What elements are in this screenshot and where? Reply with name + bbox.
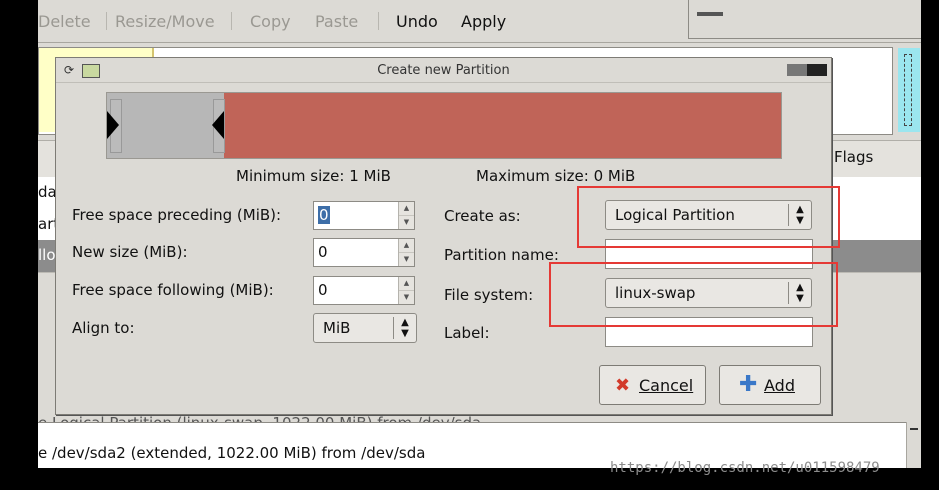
cancel-button[interactable]: ✖ Cancel: [599, 365, 706, 405]
maximum-size-label: Maximum size: 0 MiB: [476, 167, 636, 185]
add-button-label: Add: [764, 376, 795, 395]
partition-row-text[interactable]: da: [38, 183, 57, 201]
dialog-title: Create new Partition: [377, 63, 510, 78]
maximize-icon[interactable]: [807, 64, 827, 76]
disk-graph-selected-segment[interactable]: [898, 48, 920, 132]
arrow-left-icon[interactable]: [212, 111, 224, 139]
spinbox-value[interactable]: 0: [318, 281, 328, 299]
label-field-label: Label:: [444, 324, 490, 342]
partition-row-text[interactable]: llo: [38, 246, 56, 264]
align-to-label: Align to:: [72, 319, 135, 337]
combo-arrows-icon[interactable]: ▲ ▼: [393, 317, 416, 339]
spin-up-icon[interactable]: ▲: [399, 202, 414, 216]
device-icon: [697, 12, 723, 16]
toolbar-undo-button[interactable]: Undo: [396, 12, 438, 31]
toolbar-copy-button[interactable]: Copy: [250, 12, 291, 31]
column-header-flags[interactable]: Flags: [834, 148, 873, 166]
add-button[interactable]: ✚ Add: [719, 365, 821, 405]
arrow-right-icon[interactable]: [107, 111, 119, 139]
free-space-preceding-spinbox[interactable]: 0 ▲ ▼: [313, 201, 415, 230]
free-space-preceding-label: Free space preceding (MiB):: [72, 206, 282, 224]
new-partition-segment[interactable]: [224, 93, 781, 158]
spin-down-icon[interactable]: ▼: [399, 291, 414, 304]
free-space-following-label: Free space following (MiB):: [72, 281, 274, 299]
new-size-label: New size (MiB):: [72, 243, 188, 261]
spin-up-icon[interactable]: ▲: [399, 239, 414, 253]
spinbox-buttons[interactable]: ▲ ▼: [398, 277, 414, 304]
device-selector[interactable]: [688, 0, 921, 39]
minimum-size-label: Minimum size: 1 MiB: [236, 167, 391, 185]
toolbar-delete-button[interactable]: Delete: [38, 12, 91, 31]
spinbox-buttons[interactable]: ▲ ▼: [398, 239, 414, 266]
minimize-icon[interactable]: [787, 64, 807, 76]
pending-operation-item[interactable]: e /dev/sda2 (extended, 1022.00 MiB) from…: [38, 444, 425, 462]
toolbar-resize-move-button[interactable]: Resize/Move: [115, 12, 215, 31]
align-to-combo[interactable]: MiB ▲ ▼: [313, 313, 417, 343]
toolbar-separator: [378, 12, 379, 30]
create-as-label: Create as:: [444, 207, 521, 225]
segment-hatch: [904, 54, 912, 126]
toolbar-separator: [106, 12, 107, 30]
cancel-button-label: Cancel: [639, 376, 694, 395]
free-space-following-spinbox[interactable]: 0 ▲ ▼: [313, 276, 415, 305]
toolbar-paste-button[interactable]: Paste: [315, 12, 358, 31]
watermark-text: https://blog.csdn.net/u011598479: [610, 460, 880, 476]
combo-value[interactable]: MiB: [323, 319, 350, 337]
add-icon: ✚: [739, 372, 758, 397]
spin-up-icon[interactable]: ▲: [399, 277, 414, 291]
partition-resizer[interactable]: [106, 92, 782, 159]
highlight-box-file-system: [549, 262, 838, 327]
toolbar-apply-button[interactable]: Apply: [461, 12, 506, 31]
scroll-up-icon: [910, 428, 918, 430]
free-space-segment: [107, 93, 224, 158]
dialog-titlebar[interactable]: ⟳ Create new Partition: [56, 58, 831, 83]
partition-name-label: Partition name:: [444, 246, 559, 264]
spinbox-value[interactable]: 0: [318, 243, 328, 261]
cancel-icon: ✖: [615, 375, 631, 396]
spin-down-icon[interactable]: ▼: [399, 253, 414, 266]
highlight-box-create-as: [577, 186, 840, 248]
spinbox-value[interactable]: 0: [318, 206, 330, 224]
file-system-label: File system:: [444, 286, 534, 304]
toolbar: Delete Resize/Move Copy Paste Undo Apply: [38, 0, 921, 43]
toolbar-separator: [231, 12, 232, 30]
operations-scrollbar[interactable]: [906, 422, 921, 468]
new-size-spinbox[interactable]: 0 ▲ ▼: [313, 238, 415, 267]
spinbox-buttons[interactable]: ▲ ▼: [398, 202, 414, 229]
spin-down-icon[interactable]: ▼: [399, 216, 414, 229]
